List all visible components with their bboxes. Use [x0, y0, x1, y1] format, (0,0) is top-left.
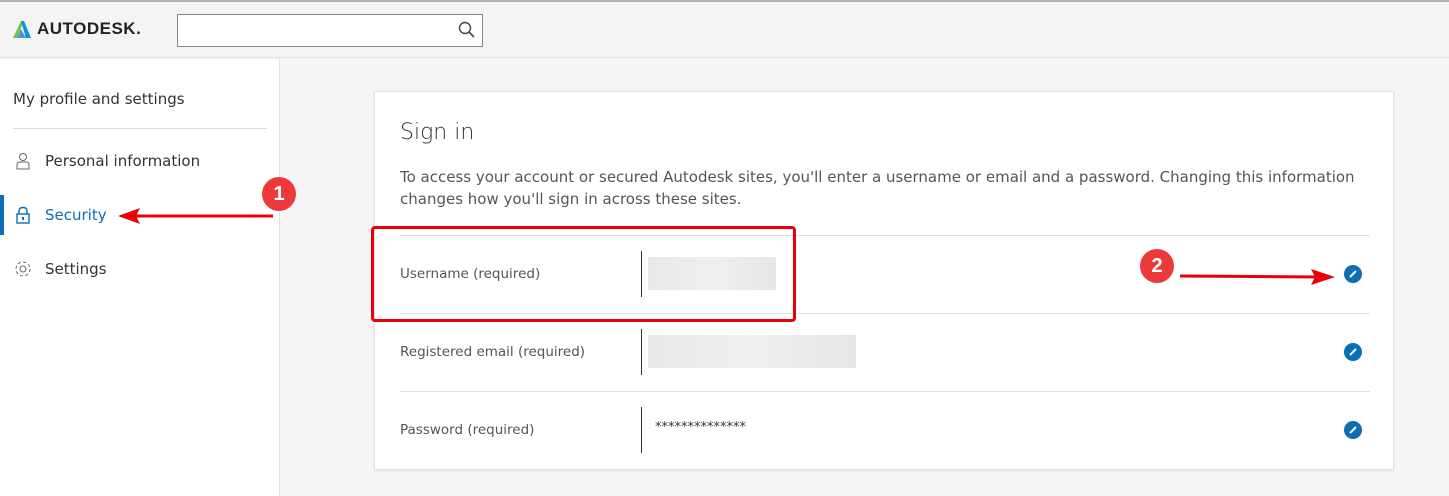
annotation-badge-2: 2 — [1140, 249, 1174, 283]
annotation-arrow-2 — [1179, 274, 1319, 279]
annotation-arrows — [118, 208, 1335, 285]
annotation-badge-1: 1 — [262, 177, 296, 211]
